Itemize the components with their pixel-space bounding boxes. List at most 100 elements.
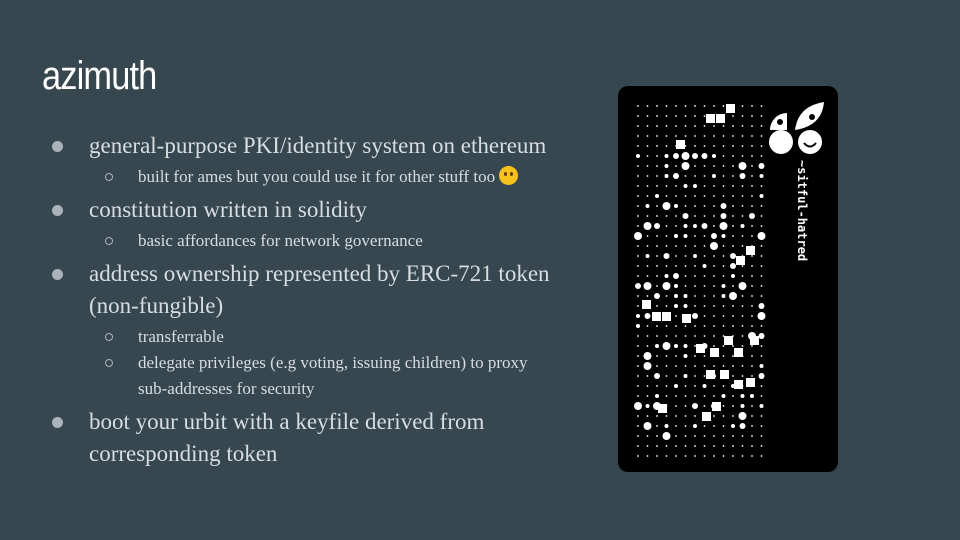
card-dot xyxy=(674,294,678,298)
card-dot xyxy=(643,282,652,290)
card-dot xyxy=(643,422,652,430)
card-dot xyxy=(703,395,706,397)
card-dot xyxy=(702,384,707,388)
card-dot xyxy=(675,335,677,337)
card-dot xyxy=(646,125,649,127)
card-dot xyxy=(665,335,668,337)
card-dot xyxy=(675,425,677,427)
card-dot xyxy=(664,274,669,278)
card-dot xyxy=(713,265,715,267)
card-dot xyxy=(634,232,642,240)
card-dot xyxy=(741,365,744,367)
card-dot xyxy=(722,265,725,267)
card-dot xyxy=(665,245,668,247)
card-dot xyxy=(711,233,717,239)
card-dot xyxy=(751,125,753,127)
card-dot xyxy=(645,254,650,258)
slide-title: azimuth xyxy=(42,54,157,98)
card-dot xyxy=(637,295,639,297)
card-dot xyxy=(656,435,658,437)
card-dot xyxy=(646,105,649,107)
card-dot xyxy=(694,435,696,437)
card-dot xyxy=(751,355,753,357)
card-dot xyxy=(741,335,744,337)
card-dot xyxy=(637,195,639,197)
card-dot xyxy=(713,435,715,437)
card-dot xyxy=(683,344,688,348)
card-dot xyxy=(741,185,744,187)
card-dot xyxy=(732,305,734,307)
card-dot xyxy=(703,325,706,327)
card-dot xyxy=(713,395,715,397)
card-dot xyxy=(751,155,753,157)
card-dot xyxy=(741,115,744,117)
card-dot xyxy=(721,394,726,398)
card-dot xyxy=(656,155,658,157)
sub-bullet-item: delegate privileges (e.g voting, issuing… xyxy=(52,350,612,402)
card-dot xyxy=(732,375,734,377)
card-dot xyxy=(741,245,744,247)
card-dot xyxy=(713,425,715,427)
card-dot xyxy=(732,245,734,247)
card-dot xyxy=(722,325,725,327)
card-dot xyxy=(656,135,658,137)
card-dot xyxy=(721,284,726,288)
card-dot xyxy=(713,275,715,277)
card-dot xyxy=(684,265,687,267)
card-dot xyxy=(741,235,744,237)
card-dot xyxy=(635,283,641,289)
card-dot xyxy=(694,175,696,177)
sub-bullet-item: basic affordances for network governance xyxy=(52,228,612,254)
card-dot xyxy=(751,425,753,427)
card-dot xyxy=(665,305,668,307)
card-glyph-block xyxy=(642,300,651,309)
card-dot xyxy=(646,135,649,137)
card-glyph-block xyxy=(736,256,745,265)
card-dot xyxy=(654,223,660,229)
card-dot xyxy=(713,135,715,137)
card-dot xyxy=(662,432,671,440)
card-dot xyxy=(732,125,734,127)
sub-bullet-item: transferrable xyxy=(52,324,612,350)
card-dot xyxy=(760,125,763,127)
card-dot xyxy=(646,145,649,147)
card-dot xyxy=(646,385,649,387)
card-dot xyxy=(751,365,753,367)
card-glyph-block xyxy=(726,104,735,113)
card-glyphs xyxy=(642,104,759,421)
card-dot xyxy=(732,285,734,287)
card-dot xyxy=(759,364,764,368)
card-dot xyxy=(694,355,696,357)
card-dot xyxy=(760,215,763,217)
card-dot xyxy=(674,284,678,288)
sub-bullet-ring-icon xyxy=(105,359,113,367)
card-dot xyxy=(732,135,734,137)
card-dot xyxy=(760,415,763,417)
card-dot xyxy=(703,215,706,217)
card-dot xyxy=(760,445,763,447)
card-dot xyxy=(683,294,688,298)
card-dot xyxy=(760,265,763,267)
card-dot xyxy=(713,335,715,337)
card-dot xyxy=(694,105,696,107)
card-art: ~sitful-hatred xyxy=(634,102,824,457)
card-dot xyxy=(644,313,651,319)
card-dot xyxy=(646,455,649,457)
card-dot xyxy=(760,425,763,427)
card-dot xyxy=(692,313,698,319)
card-dot xyxy=(703,405,706,407)
card-dot xyxy=(730,263,736,269)
card-dot xyxy=(665,445,668,447)
card-dot xyxy=(675,215,677,217)
card-dot xyxy=(665,455,668,457)
card-dot xyxy=(637,345,639,347)
card-dot xyxy=(694,115,696,117)
card-dot xyxy=(656,185,658,187)
card-dot xyxy=(655,344,659,348)
card-dot xyxy=(760,135,763,137)
card-dot xyxy=(694,285,696,287)
card-dot xyxy=(665,135,668,137)
card-dot xyxy=(645,204,650,208)
card-dot xyxy=(684,445,687,447)
card-dot xyxy=(740,224,745,228)
